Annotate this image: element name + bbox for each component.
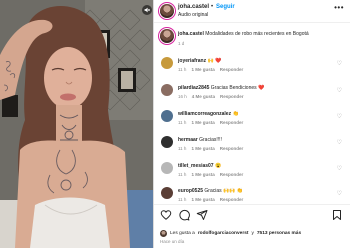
comment-text: Gracias Bendiciones ❤️ [210, 85, 265, 91]
comment-time: 16 h [178, 94, 187, 99]
sound-off-icon [144, 7, 150, 13]
comment-like-heart-icon[interactable]: ♡ [337, 190, 342, 197]
comment-item: williamcorreagonzalez 👏 11 h 1 Me gusta Re… [154, 110, 350, 130]
caption-avatar[interactable] [160, 29, 174, 43]
comment-text-line: hermaar Gracias!!!! [178, 137, 222, 143]
comment-username[interactable]: hermaar [178, 137, 198, 143]
comment-likes[interactable]: 1 Me gusta [191, 146, 214, 151]
comment-text-line: williamcorreagonzalez 👏 [178, 111, 239, 117]
video-frame-illustration [0, 0, 153, 248]
comment-time: 11 h [178, 146, 187, 151]
author-username[interactable]: joha.castel [178, 4, 209, 10]
comment-username[interactable]: joyeriafranz [178, 58, 206, 64]
comment-like-heart-icon[interactable]: ♡ [337, 113, 342, 120]
comment-text-line: europ0525 Gracias 🙌🙌 👏 [178, 188, 243, 194]
bookmark-icon[interactable] [331, 209, 343, 221]
commenter-avatar[interactable] [161, 57, 173, 69]
post-actions: Les gusta a rodolfogarciaconverst y 7513… [154, 204, 350, 249]
follow-button[interactable]: Seguir [216, 4, 235, 10]
caption-text: Modalidades de robo más recientes en Bog… [205, 31, 309, 37]
comment-text-line: joyeriafranz 🙌 ❤️ [178, 58, 221, 64]
post-video[interactable] [0, 0, 153, 248]
post-header: joha.castel • Seguir Audio original ••• [154, 0, 350, 23]
comment-text: 🙌 ❤️ [207, 58, 222, 64]
likes-prefix: Les gusta a [170, 231, 195, 236]
comment-like-heart-icon[interactable]: ♡ [337, 87, 342, 94]
comment-meta: 11 h 1 Me gusta Responder [178, 120, 248, 125]
comment-likes[interactable]: 1 Me gusta [191, 172, 214, 177]
caption-text-line: joha.castel Modalidades de robo más reci… [178, 31, 309, 37]
share-icon[interactable] [196, 209, 208, 221]
comment-like-heart-icon[interactable]: ♡ [337, 60, 342, 67]
comment-username[interactable]: europ0525 [178, 188, 203, 194]
separator-dot: • [211, 4, 214, 10]
caption-username[interactable]: joha.castel [178, 31, 204, 37]
comment-likes[interactable]: 1 Me gusta [191, 67, 214, 72]
sound-toggle-button[interactable] [142, 5, 152, 15]
reply-button[interactable]: Responder [220, 197, 244, 202]
comment-username[interactable]: pilardiaz2845 [178, 85, 209, 91]
comment-likes[interactable]: 1 Me gusta [191, 197, 214, 202]
caption-time: 1 d [178, 41, 185, 46]
author-avatar[interactable] [160, 4, 174, 18]
comment-username[interactable]: williamcorreagonzalez [178, 111, 231, 117]
comment-like-heart-icon[interactable]: ♡ [337, 165, 342, 172]
comment-text: 😮 [214, 163, 222, 169]
likes-summary: Les gusta a rodolfogarciaconverst y 7513… [160, 230, 301, 237]
audio-link[interactable]: Audio original [178, 12, 208, 18]
comment-text: Gracias 🙌🙌 👏 [204, 188, 244, 194]
reply-button[interactable]: Responder [220, 67, 244, 72]
comment-meta: 11 h 1 Me gusta Responder [178, 197, 248, 202]
comment-likes[interactable]: 1 Me gusta [191, 120, 214, 125]
comment-item: tillet_mesias07 😮 11 h 1 Me gusta Responde… [154, 162, 350, 182]
comment-item: hermaar Gracias!!!! 11 h 1 Me gusta Respon… [154, 136, 350, 156]
likes-suffix: y [251, 231, 254, 236]
comment-time: 11 h [178, 197, 187, 202]
post-side-panel: joha.castel • Seguir Audio original ••• … [153, 0, 350, 248]
reply-button[interactable]: Responder [220, 172, 244, 177]
comment-meta: 11 h 1 Me gusta Responder [178, 67, 248, 72]
commenter-avatar[interactable] [161, 162, 173, 174]
commenter-avatar[interactable] [161, 187, 173, 199]
liker-avatar[interactable] [160, 230, 167, 237]
comment-meta: 11 h 1 Me gusta Responder [178, 146, 248, 151]
post-caption: joha.castel Modalidades de robo más reci… [154, 29, 350, 51]
reply-button[interactable]: Responder [220, 94, 244, 99]
action-icon-group [160, 209, 208, 221]
comment-item: pilardiaz2845 Gracias Bendiciones ❤️ 16 … [154, 84, 350, 104]
comment-like-heart-icon[interactable]: ♡ [337, 139, 342, 146]
commenter-avatar[interactable] [161, 110, 173, 122]
reply-button[interactable]: Responder [220, 146, 244, 151]
comment-meta: 16 h 4 Me gusta Responder [178, 94, 249, 99]
comment-item: joyeriafranz 🙌 ❤️ 11 h 1 Me gusta Responde… [154, 57, 350, 77]
comment-time: 11 h [178, 120, 187, 125]
comment-username[interactable]: tillet_mesias07 [178, 163, 214, 169]
commenter-avatar[interactable] [161, 84, 173, 96]
reply-button[interactable]: Responder [220, 120, 244, 125]
comment-text: 👏 [232, 111, 239, 117]
likes-count[interactable]: 7513 personas más [257, 231, 301, 236]
comment-icon[interactable] [178, 209, 190, 221]
comment-text-line: tillet_mesias07 😮 [178, 163, 221, 169]
comment-time: 11 h [178, 172, 187, 177]
post-date: Hace un día [160, 239, 185, 244]
commenter-avatar[interactable] [161, 136, 173, 148]
comment-likes[interactable]: 4 Me gusta [192, 94, 215, 99]
comment-text: Gracias!!!! [199, 137, 222, 143]
comment-text-line: pilardiaz2845 Gracias Bendiciones ❤️ [178, 85, 264, 91]
liked-by-username[interactable]: rodolfogarciaconverst [198, 231, 249, 236]
more-icon[interactable]: ••• [334, 4, 344, 12]
comment-meta: 11 h 1 Me gusta Responder [178, 172, 248, 177]
comment-time: 11 h [178, 67, 187, 72]
heart-icon[interactable] [160, 209, 172, 221]
